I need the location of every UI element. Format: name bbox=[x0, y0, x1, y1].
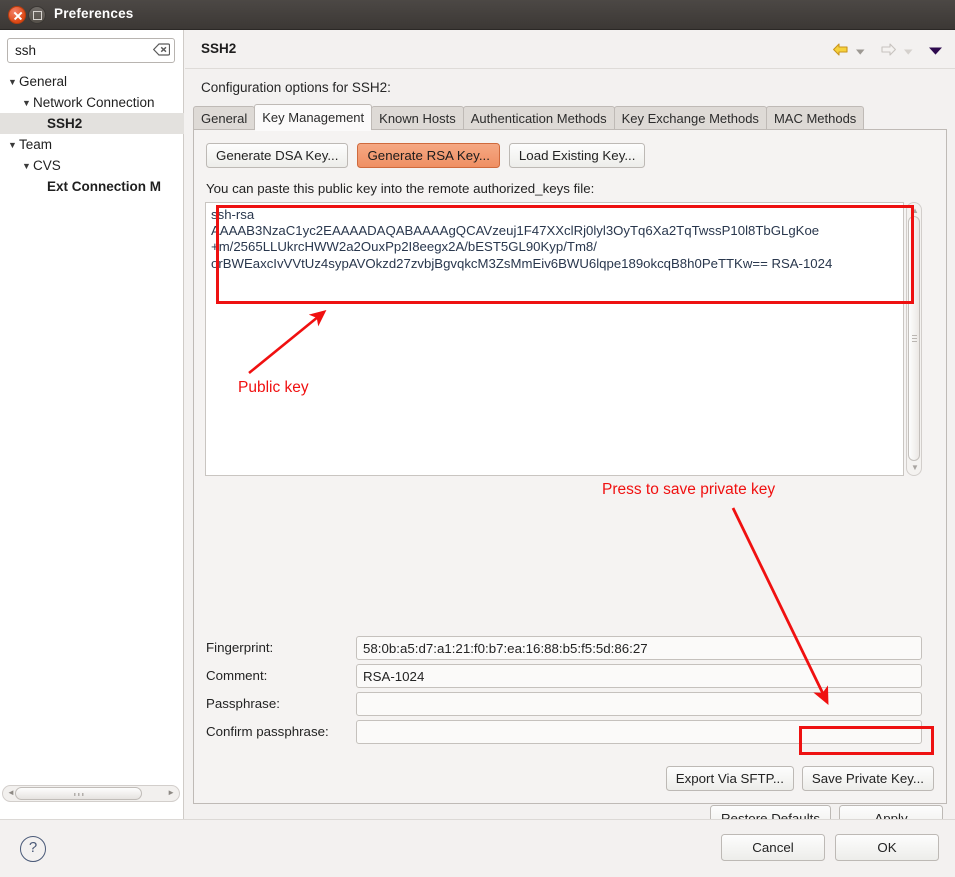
generate-dsa-key-button[interactable]: Generate DSA Key... bbox=[206, 143, 349, 168]
active-tab-underlap bbox=[255, 129, 372, 131]
tab-known-hosts[interactable]: Known Hosts bbox=[371, 106, 464, 130]
tab-bar[interactable]: General Key Management Known Hosts Authenti… bbox=[193, 104, 947, 130]
scroll-right-arrow-icon[interactable]: ► bbox=[167, 788, 175, 797]
chevron-down-icon[interactable]: ▼ bbox=[6, 72, 19, 92]
sidebar-item-network-connection[interactable]: ▼ Network Connection bbox=[0, 92, 184, 113]
preferences-tree[interactable]: ▼ General ▼ Network Connection SSH2 ▼ Team ▼ CVS… bbox=[0, 71, 184, 197]
pane-divider bbox=[185, 68, 955, 69]
sidebar-item-ext-connection-m[interactable]: Ext Connection M bbox=[0, 176, 184, 197]
sidebar-item-cvs[interactable]: ▼ CVS bbox=[0, 155, 184, 176]
tab-mac-methods[interactable]: MAC Methods bbox=[765, 106, 865, 130]
pane-navigation bbox=[832, 42, 943, 60]
annotation-save-private-key: Press to save private key bbox=[602, 481, 776, 498]
sidebar-item-label: Team bbox=[19, 137, 53, 152]
search-input[interactable] bbox=[7, 38, 175, 63]
sidebar-item-ssh2[interactable]: SSH2 bbox=[0, 113, 184, 134]
export-via-sftp-button[interactable]: Export Via SFTP... bbox=[665, 766, 794, 791]
config-options-label: Configuration options for SSH2: bbox=[201, 80, 391, 95]
chevron-down-icon[interactable]: ▼ bbox=[20, 156, 33, 176]
maximize-icon[interactable] bbox=[28, 6, 46, 24]
paste-public-key-label: You can paste this public key into the r… bbox=[206, 181, 595, 196]
public-key-textarea[interactable]: ssh-rsa AAAAB3NzaC1yc2EAAAADAQABAAAAgQCA… bbox=[205, 202, 904, 476]
scroll-down-arrow-icon[interactable]: ▼ bbox=[911, 463, 919, 472]
generate-rsa-key-button[interactable]: Generate RSA Key... bbox=[357, 143, 500, 168]
chevron-down-icon[interactable]: ▼ bbox=[6, 135, 19, 155]
sidebar-item-team[interactable]: ▼ Team bbox=[0, 134, 184, 155]
comment-input[interactable] bbox=[356, 664, 922, 688]
clear-search-icon[interactable] bbox=[152, 42, 170, 56]
dialog-footer: ? Cancel OK bbox=[0, 819, 955, 877]
confirm-passphrase-label: Confirm passphrase: bbox=[206, 724, 329, 739]
load-existing-key-button[interactable]: Load Existing Key... bbox=[508, 143, 646, 168]
back-arrow-icon[interactable] bbox=[832, 42, 849, 60]
passphrase-input[interactable] bbox=[356, 692, 922, 716]
cancel-button[interactable]: Cancel bbox=[721, 834, 825, 861]
search-field-wrapper bbox=[7, 38, 175, 63]
tab-general[interactable]: General bbox=[193, 106, 256, 130]
sidebar-item-general[interactable]: ▼ General bbox=[0, 71, 184, 92]
view-menu-icon[interactable] bbox=[928, 44, 943, 59]
passphrase-label: Passphrase: bbox=[206, 696, 280, 711]
annotation-public-key: Public key bbox=[238, 379, 309, 396]
preferences-dialog: Preferences ▼General▼Network ConnectionS… bbox=[0, 0, 955, 877]
sidebar-item-label: General bbox=[19, 74, 68, 89]
sidebar-item-label: Network Connection bbox=[33, 95, 155, 110]
sidebar-item-label: CVS bbox=[33, 158, 61, 173]
scrollbar-thumb[interactable] bbox=[908, 216, 920, 461]
forward-arrow-icon bbox=[880, 42, 897, 60]
help-icon[interactable]: ? bbox=[20, 836, 46, 862]
public-key-area-wrapper: ssh-rsa AAAAB3NzaC1yc2EAAAADAQABAAAAgQCA… bbox=[205, 202, 922, 476]
sidebar-horizontal-scrollbar[interactable]: ◄ ► bbox=[2, 785, 180, 802]
ok-button[interactable]: OK bbox=[835, 834, 939, 861]
save-private-key-button[interactable]: Save Private Key... bbox=[801, 766, 934, 791]
scroll-left-arrow-icon[interactable]: ◄ bbox=[7, 788, 15, 797]
key-export-buttons: Export Via SFTP... Save Private Key... bbox=[665, 766, 934, 791]
key-management-panel: Generate DSA Key... Generate RSA Key... … bbox=[193, 129, 947, 804]
back-dropdown-icon[interactable] bbox=[855, 44, 866, 59]
tab-key-exchange-methods[interactable]: Key Exchange Methods bbox=[613, 106, 767, 130]
tab-key-management[interactable]: Key Management bbox=[254, 104, 373, 130]
fingerprint-label: Fingerprint: bbox=[206, 640, 274, 655]
sidebar-item-label: Ext Connection M bbox=[47, 179, 161, 194]
close-icon[interactable] bbox=[8, 6, 26, 24]
comment-label: Comment: bbox=[206, 668, 268, 683]
scrollbar-thumb[interactable] bbox=[15, 787, 142, 800]
dialog-body: ▼General▼Network ConnectionSSH2▼Team▼CVS… bbox=[0, 30, 955, 832]
chevron-down-icon[interactable]: ▼ bbox=[20, 93, 33, 113]
preferences-sidebar: ▼General▼Network ConnectionSSH2▼Team▼CVS… bbox=[0, 30, 184, 819]
dialog-action-buttons: Cancel OK bbox=[721, 834, 939, 861]
window-titlebar: Preferences bbox=[0, 0, 955, 30]
settings-pane: SSH2 Configuration options for SSH2: Gen… bbox=[185, 30, 955, 832]
key-action-buttons: Generate DSA Key... Generate RSA Key... … bbox=[206, 143, 646, 168]
confirm-passphrase-input[interactable] bbox=[356, 720, 922, 744]
tab-authentication-methods[interactable]: Authentication Methods bbox=[462, 106, 615, 130]
page-title: SSH2 bbox=[201, 41, 237, 56]
sidebar-item-label: SSH2 bbox=[47, 116, 83, 131]
fingerprint-input[interactable] bbox=[356, 636, 922, 660]
public-key-vertical-scrollbar[interactable]: ▲ ▼ bbox=[906, 202, 922, 476]
window-title: Preferences bbox=[54, 6, 134, 21]
forward-dropdown-icon bbox=[903, 44, 914, 59]
scroll-up-arrow-icon[interactable]: ▲ bbox=[911, 206, 919, 215]
